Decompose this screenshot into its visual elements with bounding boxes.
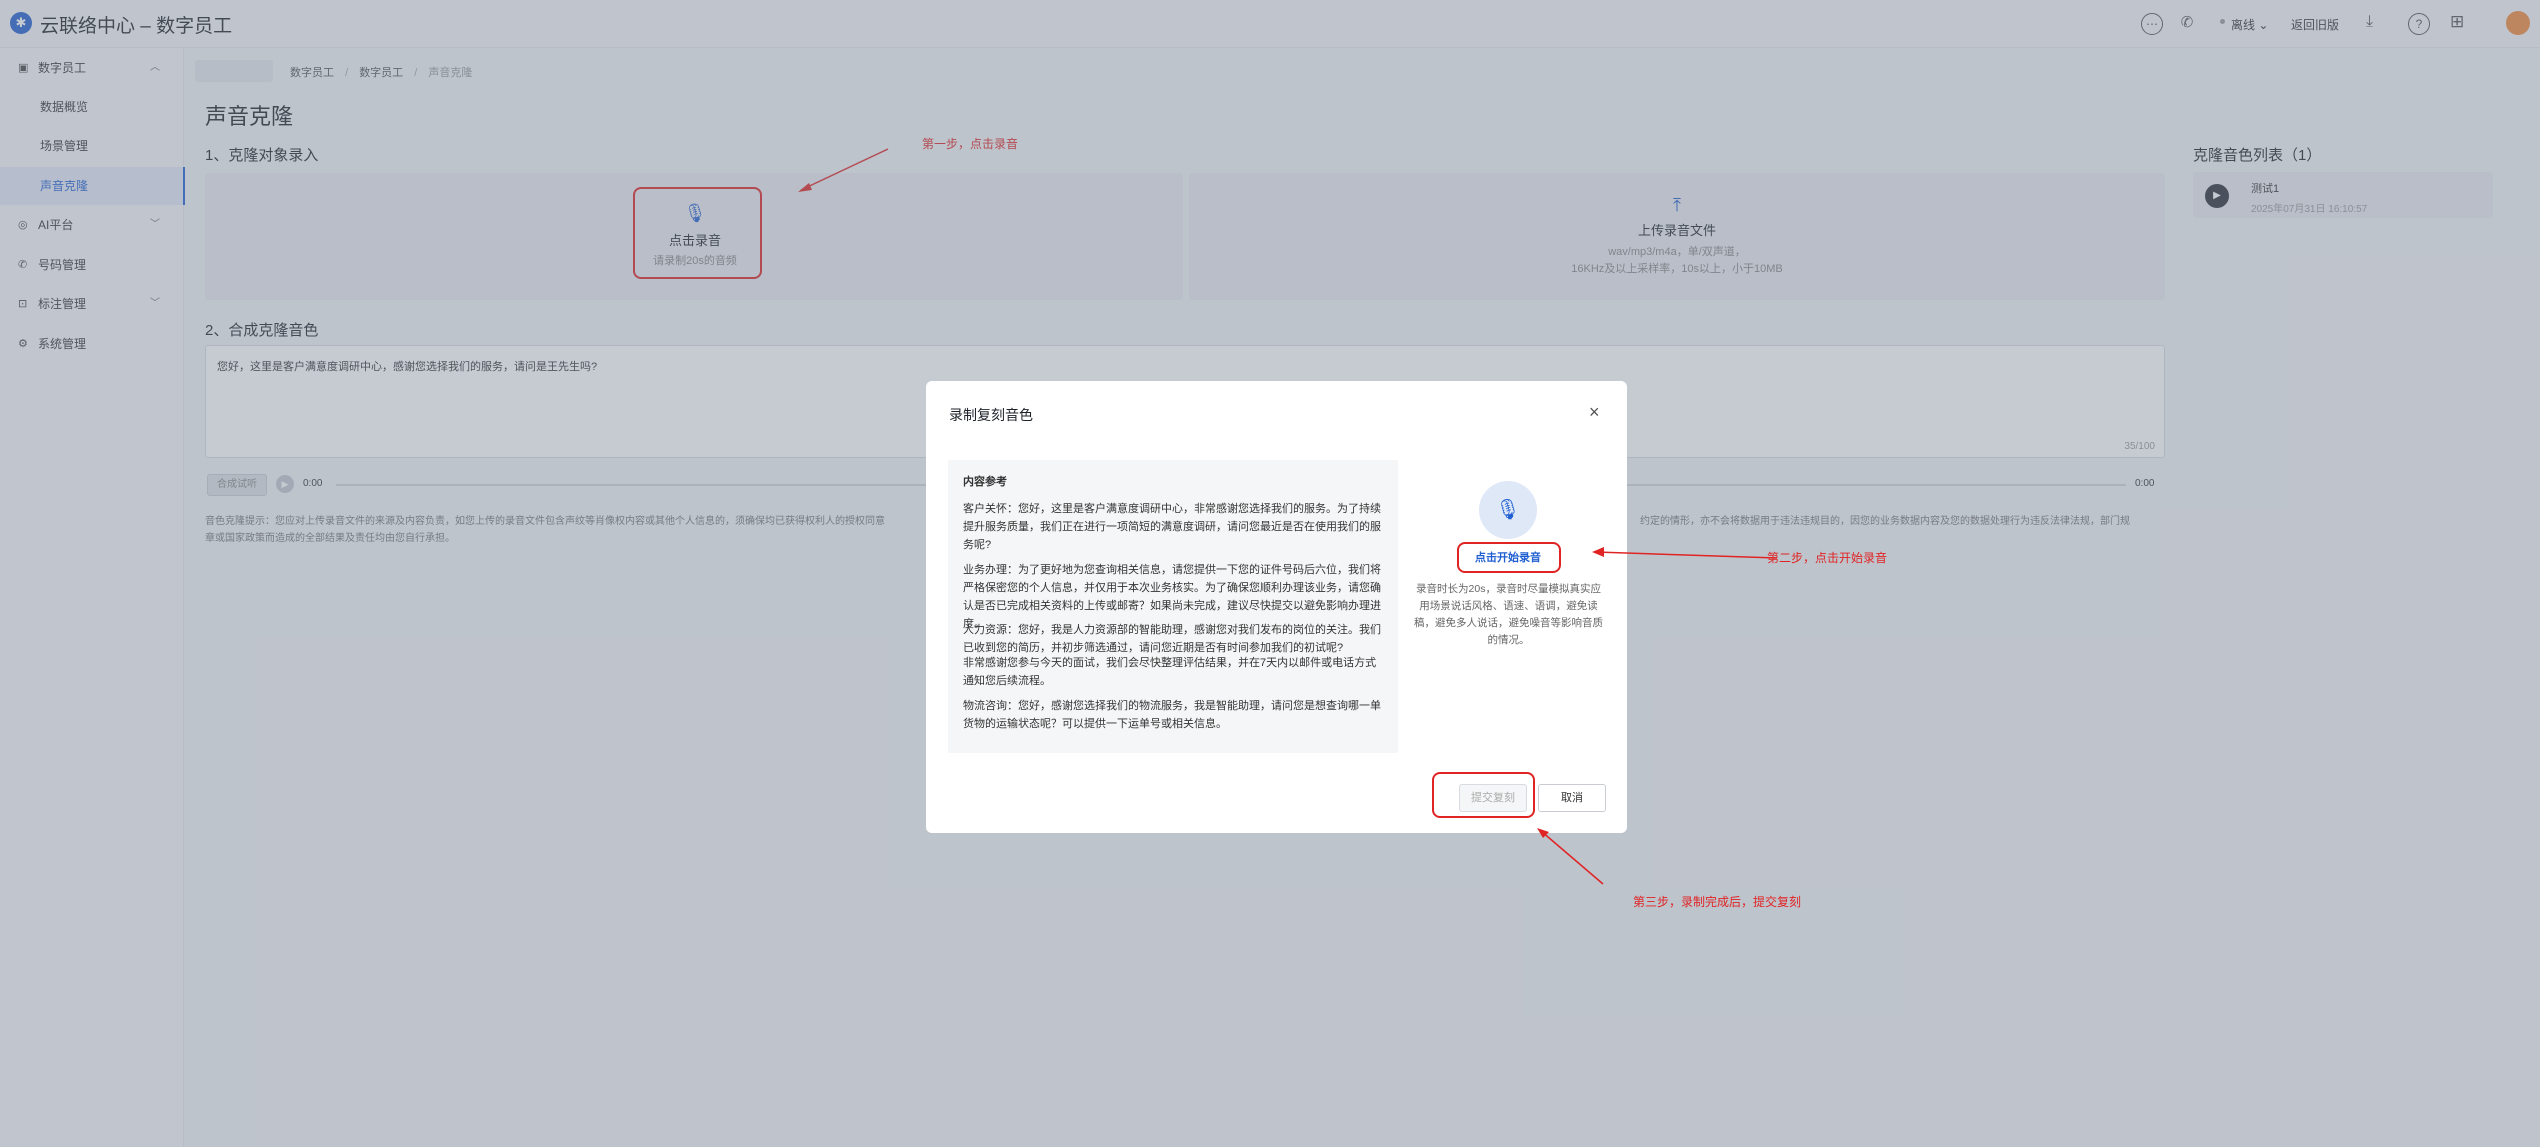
record-tips: 录音时长为20s，录音时尽量模拟真实应用场景说话风格、语速、语调，避免读稿，避免… (1414, 583, 1603, 646)
dialog-title: 录制复刻音色 (949, 407, 1033, 423)
reference-paragraph-logistics: 物流咨询：您好，感谢您选择我们的物流服务，我是智能助理，请问您是想查询哪一单货物… (963, 700, 1381, 730)
close-icon[interactable]: × (1589, 402, 1600, 423)
reference-paragraph-hr-followup: 非常感谢您参与今天的面试，我们会尽快整理评估结果，并在7天内以邮件或电话方式通知… (963, 657, 1377, 687)
annotation-arrow-step3 (1537, 828, 1604, 885)
reference-heading: 内容参考 (963, 476, 1007, 488)
annotation-step2: 第二步，点击开始录音 (1767, 551, 1888, 565)
annotation-step3: 第三步，录制完成后，提交复刻 (1633, 895, 1802, 909)
annotation-highlight-box (1432, 772, 1535, 818)
cancel-button[interactable]: 取消 (1538, 784, 1606, 812)
annotation-arrow-step2 (1592, 547, 1778, 559)
reference-paragraph-hr: 人力资源：您好，我是人力资源部的智能助理，感谢您对我们发布的岗位的关注。我们已收… (963, 624, 1381, 654)
reference-paragraph-customer-care: 客户关怀：您好，这里是客户满意度调研中心，非常感谢您选择我们的服务。为了持续提升… (963, 503, 1381, 551)
microphone-icon[interactable]: 🎙 (1479, 481, 1537, 539)
annotation-highlight-box (1457, 542, 1561, 573)
